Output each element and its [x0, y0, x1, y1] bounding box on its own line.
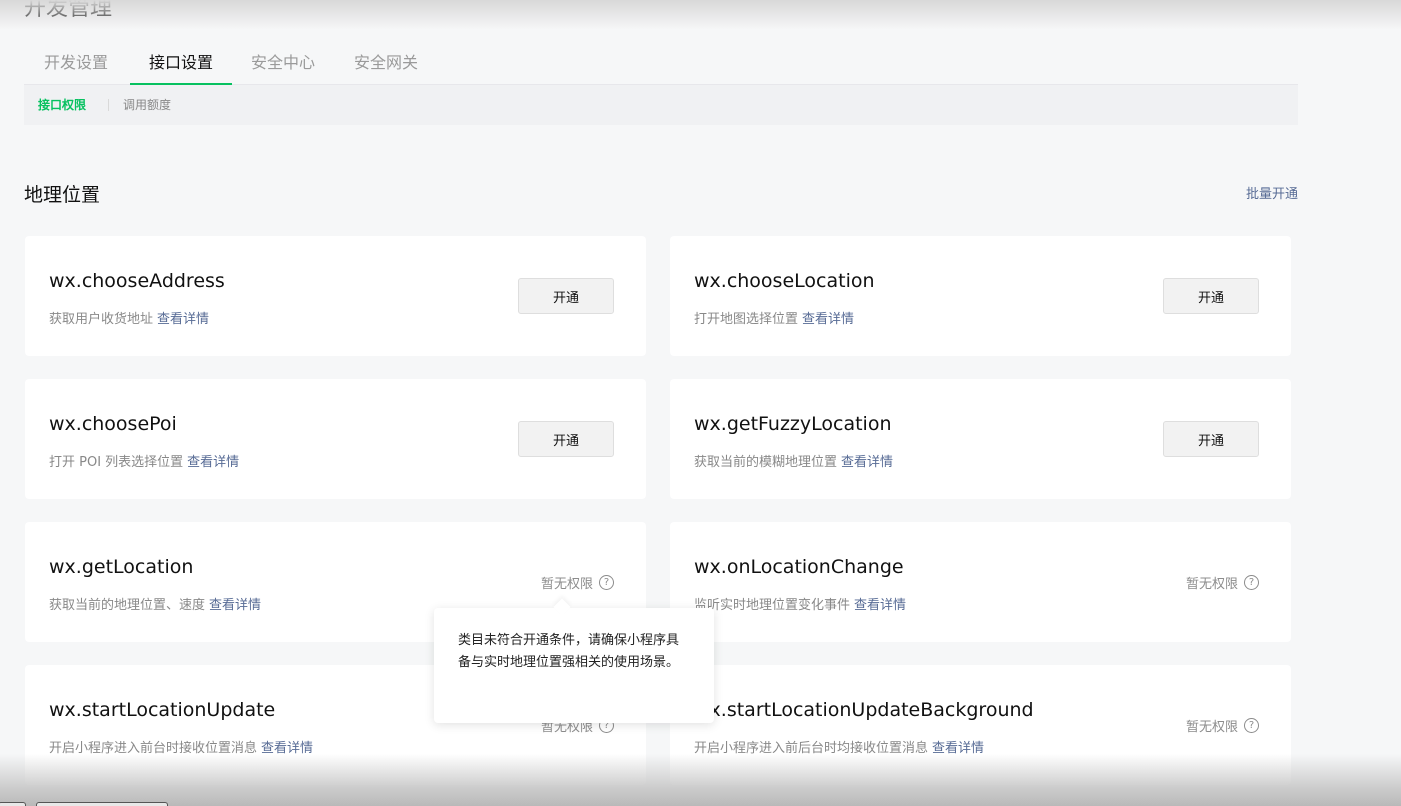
no-permission-status: 暂无权限? [1186, 716, 1259, 735]
subnav-call-quota[interactable]: 调用额度 [123, 85, 171, 125]
api-desc-text: 打开地图选择位置 [694, 312, 799, 327]
api-card-choose-poi: wx.choosePoi 打开 POI 列表选择位置 查看详情 开通 [25, 379, 646, 499]
api-desc-text: 获取当前的地理位置、速度 [49, 598, 206, 613]
view-details-link[interactable]: 查看详情 [802, 312, 854, 327]
api-desc: 获取当前的模糊地理位置 查看详情 [694, 451, 893, 470]
section-title: 地理位置 [24, 184, 101, 206]
api-name: wx.chooseAddress [49, 270, 225, 292]
permission-tooltip: 类目未符合开通条件，请确保小程序具备与实时地理位置强相关的使用场景。 [434, 608, 714, 723]
view-details-link[interactable]: 查看详情 [854, 598, 906, 613]
view-details-link[interactable]: 查看详情 [261, 741, 313, 756]
api-desc-text: 获取用户收货地址 [49, 312, 154, 327]
api-name: wx.choosePoi [49, 413, 177, 435]
view-details-link[interactable]: 查看详情 [932, 741, 984, 756]
api-name: wx.startLocationUpdate [49, 699, 276, 721]
page-title: 开发管理 [24, 0, 113, 21]
api-card-on-location-change: wx.onLocationChange 监听实时地理位置变化事件 查看详情 暂无权… [670, 522, 1291, 642]
view-details-link[interactable]: 查看详情 [187, 455, 239, 470]
no-permission-label: 暂无权限 [1185, 577, 1238, 592]
tab-api-settings[interactable]: 接口设置 [130, 50, 232, 85]
no-permission-label: 暂无权限 [1185, 720, 1238, 735]
question-circle-icon[interactable]: ? [599, 575, 614, 590]
question-circle-icon[interactable]: ? [1244, 575, 1259, 590]
api-desc-text: 监听实时地理位置变化事件 [694, 598, 851, 613]
subnav-divider [108, 99, 109, 111]
api-desc-text: 获取当前的模糊地理位置 [694, 455, 838, 470]
no-permission-status: 暂无权限? [541, 573, 614, 592]
api-desc-text: 开启小程序进入前台时接收位置消息 [49, 741, 258, 756]
view-details-link[interactable]: 查看详情 [157, 312, 209, 327]
tab-security-gateway[interactable]: 安全网关 [354, 50, 418, 84]
top-shade [0, 0, 1401, 30]
bottom-tab-stub-left [0, 802, 26, 806]
api-desc: 获取当前的地理位置、速度 查看详情 [49, 594, 261, 613]
api-name: wx.chooseLocation [694, 270, 875, 292]
bottom-tab-stub [36, 802, 168, 806]
api-desc: 打开 POI 列表选择位置 查看详情 [49, 451, 239, 470]
sub-nav: 接口权限 调用额度 [24, 85, 1298, 125]
api-desc: 获取用户收货地址 查看详情 [49, 308, 209, 327]
api-desc-text: 开启小程序进入前后台时均接收位置消息 [694, 741, 929, 756]
api-name: wx.getFuzzyLocation [694, 413, 892, 435]
api-card-choose-location: wx.chooseLocation 打开地图选择位置 查看详情 开通 [670, 236, 1291, 356]
api-desc-text: 打开 POI 列表选择位置 [49, 455, 184, 470]
open-button[interactable]: 开通 [518, 278, 614, 314]
api-name: wx.getLocation [49, 556, 194, 578]
question-circle-icon[interactable]: ? [1244, 718, 1259, 733]
main-tabs: 开发设置 接口设置 安全中心 安全网关 [24, 44, 1298, 85]
view-details-link[interactable]: 查看详情 [209, 598, 261, 613]
no-permission-status: 暂无权限? [1186, 573, 1259, 592]
api-card-start-location-update-background: wx.startLocationUpdateBackground 开启小程序进入… [670, 665, 1291, 785]
tab-security-center[interactable]: 安全中心 [251, 50, 315, 84]
api-desc: 开启小程序进入前后台时均接收位置消息 查看详情 [694, 737, 984, 756]
open-button[interactable]: 开通 [518, 421, 614, 457]
view-details-link[interactable]: 查看详情 [841, 455, 893, 470]
api-desc: 开启小程序进入前台时接收位置消息 查看详情 [49, 737, 313, 756]
open-button[interactable]: 开通 [1163, 421, 1259, 457]
no-permission-label: 暂无权限 [540, 577, 593, 592]
api-card-get-fuzzy-location: wx.getFuzzyLocation 获取当前的模糊地理位置 查看详情 开通 [670, 379, 1291, 499]
api-card-choose-address: wx.chooseAddress 获取用户收货地址 查看详情 开通 [25, 236, 646, 356]
subnav-api-permissions[interactable]: 接口权限 [38, 85, 86, 125]
api-name: wx.onLocationChange [694, 556, 904, 578]
open-button[interactable]: 开通 [1163, 278, 1259, 314]
api-desc: 监听实时地理位置变化事件 查看详情 [694, 594, 906, 613]
api-name: wx.startLocationUpdateBackground [694, 699, 1034, 721]
api-desc: 打开地图选择位置 查看详情 [694, 308, 854, 327]
batch-open-link[interactable]: 批量开通 [1246, 183, 1298, 202]
tab-dev-settings[interactable]: 开发设置 [44, 50, 108, 84]
